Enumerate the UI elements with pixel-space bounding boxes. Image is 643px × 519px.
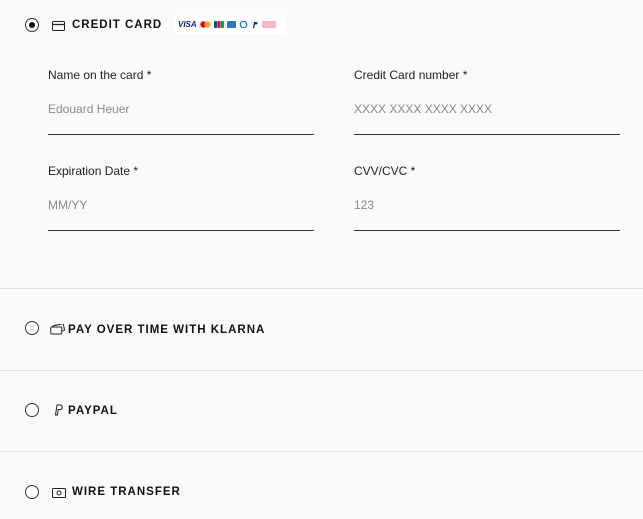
name-on-card-label: Name on the card *: [48, 68, 152, 82]
card-number-input[interactable]: [354, 96, 620, 135]
wire-transfer-radio[interactable]: [25, 485, 39, 499]
visa-logo: VISA: [178, 19, 197, 29]
credit-card-icon: [52, 21, 65, 31]
expiration-date-label: Expiration Date *: [48, 164, 139, 178]
mastercard-logo: [199, 21, 211, 28]
cash-icon: [52, 488, 66, 498]
klarna-logo: [261, 21, 276, 28]
paypal-logo: [252, 21, 258, 28]
divider: [0, 288, 643, 289]
divider: [0, 370, 643, 371]
card-number-label: Credit Card number *: [354, 68, 468, 82]
klarna-label: PAY OVER TIME WITH KLARNA: [68, 324, 266, 336]
name-on-card-input[interactable]: [48, 96, 314, 135]
cvv-input[interactable]: [354, 192, 620, 231]
divider: [0, 451, 643, 452]
diners-logo: [239, 21, 247, 28]
klarna-card-icon: [50, 324, 65, 335]
klarna-radio[interactable]: [25, 321, 39, 335]
paypal-label: PAYPAL: [68, 405, 118, 417]
expiration-date-input[interactable]: [48, 192, 314, 231]
amex-logo: [226, 21, 236, 28]
credit-card-label: CREDIT CARD: [72, 19, 163, 31]
card-brands-logos: VISA: [174, 15, 286, 34]
jcb-logo: [213, 21, 224, 28]
paypal-radio[interactable]: [25, 403, 39, 417]
cvv-label: CVV/CVC *: [354, 164, 416, 178]
credit-card-radio[interactable]: [25, 18, 39, 32]
paypal-icon: [54, 404, 63, 416]
wire-transfer-label: WIRE TRANSFER: [72, 486, 181, 498]
